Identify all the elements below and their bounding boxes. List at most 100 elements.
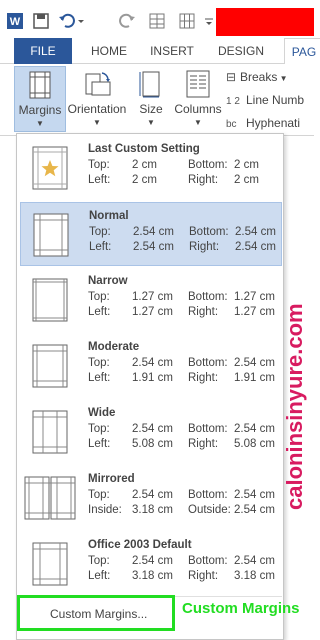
inside-label: Inside:	[88, 504, 122, 516]
preset-title: Mirrored	[88, 473, 135, 485]
chevron-down-icon: ▼	[194, 118, 202, 127]
left-value: 1.91 cm	[132, 372, 173, 384]
line-numbers-label: Line Numb	[246, 93, 305, 107]
left-label: Left:	[89, 241, 112, 253]
chevron-down-icon: ▼	[36, 119, 44, 128]
tab-insert[interactable]: INSERT	[144, 38, 200, 64]
top-value: 2.54 cm	[132, 357, 173, 369]
ribbon-page-setup: Margins ▼ Orientation ▼ Size ▼ Columns ▼…	[0, 64, 314, 136]
table-icon[interactable]	[148, 12, 166, 30]
breaks-button[interactable]: ⊟ Breaks ▼	[226, 68, 288, 86]
orientation-button[interactable]: Orientation ▼	[66, 66, 128, 132]
right-value: 1.91 cm	[234, 372, 275, 384]
orientation-icon	[85, 72, 111, 96]
margin-preset-normal[interactable]: Normal Top: 2.54 cm Bottom: 2.54 cm Left: 2.…	[20, 202, 282, 266]
size-button[interactable]: Size ▼	[134, 66, 168, 132]
top-label: Top:	[88, 357, 110, 369]
left-value: 5.08 cm	[132, 438, 173, 450]
top-value: 2.54 cm	[133, 226, 174, 238]
bottom-value: 2 cm	[234, 159, 259, 171]
customize-icon[interactable]	[204, 12, 214, 30]
right-value: 1.27 cm	[234, 306, 275, 318]
margin-preset-narrow[interactable]: Narrow Top: 1.27 cm Bottom: 1.27 cm Left: 1.…	[20, 268, 282, 332]
inside-value: 3.18 cm	[132, 504, 173, 516]
bottom-label: Bottom:	[189, 226, 229, 238]
left-value: 2 cm	[132, 174, 157, 186]
right-value: 2.54 cm	[235, 241, 276, 253]
top-value: 1.27 cm	[132, 291, 173, 303]
right-label: Right:	[188, 570, 219, 582]
columns-label: Columns	[174, 102, 222, 116]
redo-icon[interactable]	[118, 12, 136, 30]
margin-preset-mirrored[interactable]: Mirrored Top: 2.54 cm Bottom: 2.54 cm Insid…	[20, 466, 282, 530]
orientation-label: Orientation	[67, 102, 127, 116]
bottom-value: 2.54 cm	[234, 423, 275, 435]
margin-preset-wide[interactable]: Wide Top: 2.54 cm Bottom: 2.54 cm Left: 5.08…	[20, 400, 282, 464]
tab-page-layout[interactable]: PAG	[284, 38, 320, 65]
hyphenation-icon: bc	[226, 119, 237, 130]
margins-button[interactable]: Margins ▼	[14, 66, 66, 132]
chevron-down-icon: ▼	[277, 74, 288, 83]
page-preview-mirrored-icon	[24, 476, 76, 520]
save-icon[interactable]	[32, 12, 50, 30]
undo-dropdown-icon[interactable]	[76, 12, 86, 30]
left-label: Left:	[88, 306, 111, 318]
right-label: Right:	[188, 438, 219, 450]
size-icon	[139, 71, 160, 98]
columns-icon	[186, 70, 210, 98]
chevron-down-icon: ▼	[147, 118, 155, 127]
chevron-down-icon: ▼	[93, 118, 101, 127]
left-label: Left:	[88, 570, 111, 582]
top-label: Top:	[88, 555, 110, 567]
margins-dropdown: Last Custom Setting Top: 2 cm Bottom: 2 cm …	[16, 133, 284, 640]
top-value: 2.54 cm	[132, 555, 173, 567]
margins-icon	[29, 71, 51, 99]
right-label: Right:	[188, 174, 219, 186]
right-value: 3.18 cm	[234, 570, 275, 582]
top-label: Top:	[88, 291, 110, 303]
top-label: Top:	[88, 423, 110, 435]
undo-icon[interactable]	[58, 12, 76, 30]
top-value: 2.54 cm	[132, 489, 173, 501]
preset-title: Wide	[88, 407, 116, 419]
top-label: Top:	[88, 489, 110, 501]
margin-preset-last-custom[interactable]: Last Custom Setting Top: 2 cm Bottom: 2 cm …	[20, 136, 282, 200]
left-value: 3.18 cm	[132, 570, 173, 582]
tab-file[interactable]: FILE	[14, 38, 72, 64]
left-value: 1.27 cm	[132, 306, 173, 318]
line-numbers-button[interactable]: 1 2 Line Numb	[226, 91, 304, 109]
line-numbers-icon: 1 2	[226, 96, 240, 107]
size-label: Size	[139, 102, 163, 116]
outside-label: Outside:	[188, 504, 231, 516]
top-value: 2 cm	[132, 159, 157, 171]
custom-margins-label: Custom Margins...	[50, 607, 148, 621]
margin-preset-moderate[interactable]: Moderate Top: 2.54 cm Bottom: 2.54 cm Left:…	[20, 334, 282, 398]
bottom-label: Bottom:	[188, 357, 228, 369]
bottom-value: 1.27 cm	[234, 291, 275, 303]
bottom-value: 2.54 cm	[234, 357, 275, 369]
preset-title: Normal	[89, 210, 129, 222]
bottom-label: Bottom:	[188, 423, 228, 435]
left-label: Left:	[88, 438, 111, 450]
quick-access-toolbar: W	[0, 0, 314, 40]
top-label: Top:	[89, 226, 111, 238]
right-label: Right:	[188, 372, 219, 384]
grid-icon[interactable]	[178, 12, 196, 30]
word-icon[interactable]: W	[6, 12, 24, 30]
preset-title: Moderate	[88, 341, 140, 353]
columns-button[interactable]: Columns ▼	[172, 66, 224, 132]
left-label: Left:	[88, 372, 111, 384]
right-value: 5.08 cm	[234, 438, 275, 450]
page-preview-icon	[32, 344, 68, 388]
left-value: 2.54 cm	[133, 241, 174, 253]
redacted-title	[216, 8, 314, 36]
tab-home[interactable]: HOME	[82, 38, 136, 64]
preset-title: Last Custom Setting	[88, 143, 200, 155]
custom-margins-button[interactable]: Custom Margins...	[17, 595, 175, 631]
tab-design[interactable]: DESIGN	[210, 38, 272, 64]
outside-value: 2.54 cm	[234, 504, 275, 516]
hyphenation-label: Hyphenati	[246, 116, 301, 130]
margin-preset-office-2003[interactable]: Office 2003 Default Top: 2.54 cm Bottom: 2.…	[20, 532, 282, 596]
hyphenation-button[interactable]: bc Hyphenati	[226, 114, 300, 132]
watermark-text: caloninsinyure.com	[282, 303, 307, 510]
